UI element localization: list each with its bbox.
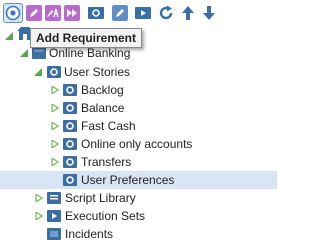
tree-node-user-stories[interactable]: User Stories — [0, 63, 277, 81]
move-down-button[interactable] — [201, 5, 217, 21]
tree-node-balance[interactable]: Balance — [0, 99, 277, 117]
tree-node-label: Script Library — [65, 191, 136, 205]
tree-node-label: Execution Sets — [65, 209, 146, 223]
root-expander[interactable] — [5, 32, 13, 40]
tooltip: Add Requirement — [30, 28, 143, 48]
tree-node-label: User Preferences — [81, 173, 175, 187]
expander-closed-icon[interactable] — [51, 122, 59, 130]
folder-icon — [47, 227, 61, 241]
forward-button[interactable] — [64, 5, 80, 21]
add-requirement-icon — [5, 5, 21, 21]
refresh-button[interactable] — [158, 5, 174, 21]
folder-button[interactable] — [88, 5, 104, 21]
folder-icon — [47, 65, 61, 79]
expander-open-icon[interactable] — [20, 49, 28, 57]
folder-icon — [63, 101, 77, 115]
move-up-button[interactable] — [180, 5, 196, 21]
expander-open-icon[interactable] — [34, 68, 42, 76]
tree-node-label: Transfers — [81, 155, 132, 169]
folder-icon — [88, 7, 104, 19]
arrow-up-icon — [182, 6, 194, 20]
pencil-icon — [26, 5, 42, 21]
folder-icon — [63, 155, 77, 169]
tree-node-backlog[interactable]: Backlog — [0, 81, 277, 99]
folder-icon — [63, 173, 77, 187]
folder-icon — [63, 137, 77, 151]
tree-node-incidents[interactable]: Incidents — [0, 225, 277, 243]
tree-node-label: Balance — [81, 101, 125, 115]
edit-button[interactable] — [26, 5, 42, 21]
folder-icon — [47, 191, 61, 205]
project-icon — [32, 46, 46, 60]
expander-closed-icon[interactable] — [35, 212, 43, 220]
arrow-down-icon — [203, 6, 215, 20]
tree-node-execution-sets[interactable]: Execution Sets — [0, 207, 277, 225]
tree-node-label: Fast Cash — [81, 119, 136, 133]
play-folder-button[interactable] — [135, 5, 151, 21]
refresh-icon — [159, 5, 173, 20]
tree-node-label: Online only accounts — [81, 137, 193, 151]
expander-closed-icon[interactable] — [51, 86, 59, 94]
expander-closed-icon[interactable] — [51, 140, 59, 148]
tree-node-fast-cash[interactable]: Fast Cash — [0, 117, 277, 135]
tree-node-transfers[interactable]: Transfers — [0, 153, 277, 171]
tree-node-label: User Stories — [64, 65, 131, 79]
folder-edit-icon — [112, 5, 128, 21]
add-requirement-button[interactable] — [3, 3, 23, 23]
tree-node-user-preferences[interactable]: User Preferences — [0, 171, 277, 189]
toolbar — [0, 0, 277, 27]
folder-icon — [47, 209, 61, 223]
pencil-text-icon — [45, 5, 61, 21]
folder-play-icon — [135, 7, 151, 19]
expander-closed-icon[interactable] — [51, 104, 59, 112]
expander-closed-icon[interactable] — [51, 158, 59, 166]
tree-node-label: Incidents — [65, 227, 114, 241]
fast-forward-icon — [64, 5, 80, 21]
tree-node-script-library[interactable]: Script Library — [0, 189, 277, 207]
folder-icon — [63, 83, 77, 97]
tree-node-online-only-accounts[interactable]: Online only accounts — [0, 135, 277, 153]
expander-closed-icon[interactable] — [35, 194, 43, 202]
folder-icon — [63, 119, 77, 133]
tree-node-label: Backlog — [81, 83, 124, 97]
edit-text-button[interactable] — [45, 5, 61, 21]
edit-folder-button[interactable] — [112, 5, 128, 21]
